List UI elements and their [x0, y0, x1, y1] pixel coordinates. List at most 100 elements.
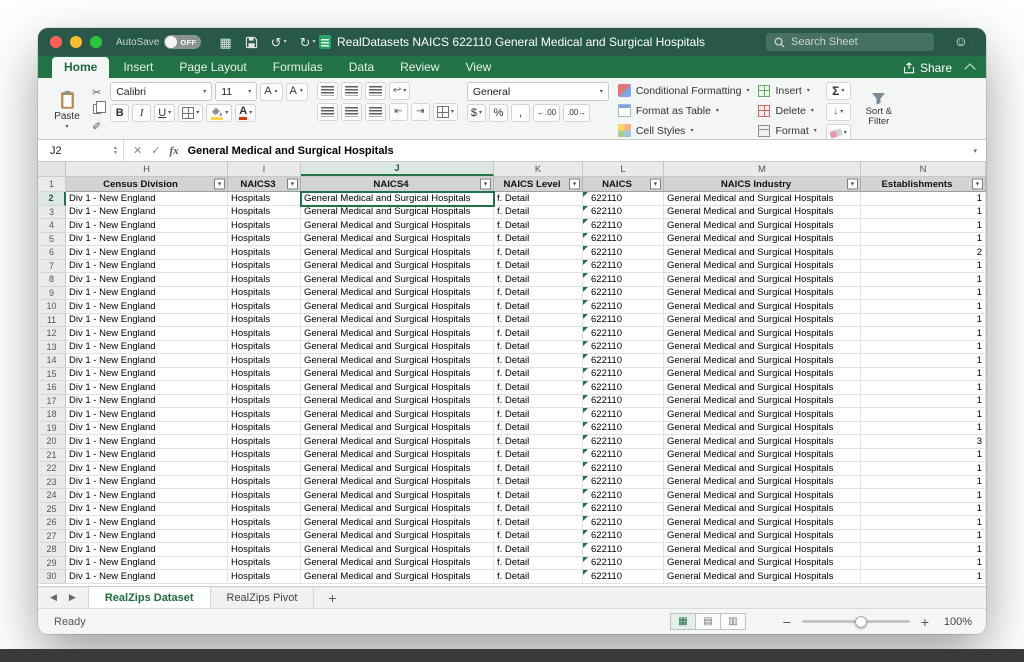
page-break-view-button[interactable]: ▥	[720, 613, 746, 630]
row-number-18[interactable]: 18	[38, 408, 66, 422]
cell-J10[interactable]: General Medical and Surgical Hospitals	[301, 300, 494, 314]
row-number-8[interactable]: 8	[38, 273, 66, 287]
row-number-29[interactable]: 29	[38, 557, 66, 571]
paste-button[interactable]: Paste ▾	[46, 82, 88, 137]
cell-K3[interactable]: f. Detail	[494, 206, 583, 220]
cell-K27[interactable]: f. Detail	[494, 530, 583, 544]
cell-L22[interactable]: 622110	[583, 462, 664, 476]
sheet-tab-realzips-pivot[interactable]: RealZips Pivot	[211, 587, 315, 608]
cell-K30[interactable]: f. Detail	[494, 570, 583, 584]
row-number-20[interactable]: 20	[38, 435, 66, 449]
cell-I3[interactable]: Hospitals	[228, 206, 301, 220]
cell-N4[interactable]: 1	[861, 219, 986, 233]
cell-I5[interactable]: Hospitals	[228, 233, 301, 247]
cell-L25[interactable]: 622110	[583, 503, 664, 517]
cell-N26[interactable]: 1	[861, 516, 986, 530]
cell-I17[interactable]: Hospitals	[228, 395, 301, 409]
cell-H29[interactable]: Div 1 - New England	[66, 557, 228, 571]
cell-L16[interactable]: 622110	[583, 381, 664, 395]
row-number-28[interactable]: 28	[38, 543, 66, 557]
cell-I21[interactable]: Hospitals	[228, 449, 301, 463]
filter-dropdown-icon[interactable]: ▾	[569, 179, 580, 190]
cell-N13[interactable]: 1	[861, 341, 986, 355]
filter-dropdown-icon[interactable]: ▾	[847, 179, 858, 190]
redo-icon[interactable]: ↻▾	[300, 36, 316, 49]
cell-L11[interactable]: 622110	[583, 314, 664, 328]
cell-H24[interactable]: Div 1 - New England	[66, 489, 228, 503]
sheet-scroll-right-icon[interactable]: ▶	[69, 592, 76, 603]
cell-J7[interactable]: General Medical and Surgical Hospitals	[301, 260, 494, 274]
cell-I19[interactable]: Hospitals	[228, 422, 301, 436]
cell-H10[interactable]: Div 1 - New England	[66, 300, 228, 314]
currency-format-button[interactable]: $▾	[467, 104, 486, 122]
cell-J30[interactable]: General Medical and Surgical Hospitals	[301, 570, 494, 584]
row-number-14[interactable]: 14	[38, 354, 66, 368]
cell-N21[interactable]: 1	[861, 449, 986, 463]
page-layout-view-button[interactable]: ▤	[695, 613, 721, 630]
format-as-table-button[interactable]: Format as Table ▾	[618, 102, 750, 119]
cell-N12[interactable]: 1	[861, 327, 986, 341]
minimize-button[interactable]	[70, 36, 82, 48]
filter-dropdown-icon[interactable]: ▾	[972, 179, 983, 190]
cell-M18[interactable]: General Medical and Surgical Hospitals	[664, 408, 861, 422]
row-number-10[interactable]: 10	[38, 300, 66, 314]
underline-button[interactable]: U▾	[154, 104, 175, 122]
cell-H16[interactable]: Div 1 - New England	[66, 381, 228, 395]
cell-L5[interactable]: 622110	[583, 233, 664, 247]
cell-L13[interactable]: 622110	[583, 341, 664, 355]
cell-I22[interactable]: Hospitals	[228, 462, 301, 476]
row-number-23[interactable]: 23	[38, 476, 66, 490]
row-number-15[interactable]: 15	[38, 368, 66, 382]
cell-K18[interactable]: f. Detail	[494, 408, 583, 422]
cell-J20[interactable]: General Medical and Surgical Hospitals	[301, 435, 494, 449]
cell-M15[interactable]: General Medical and Surgical Hospitals	[664, 368, 861, 382]
merge-center-button[interactable]: ▾	[433, 103, 458, 121]
cell-I25[interactable]: Hospitals	[228, 503, 301, 517]
filter-dropdown-icon[interactable]: ▾	[650, 179, 661, 190]
cell-M25[interactable]: General Medical and Surgical Hospitals	[664, 503, 861, 517]
wrap-text-button[interactable]: ↩▾	[389, 82, 410, 100]
cell-M28[interactable]: General Medical and Surgical Hospitals	[664, 543, 861, 557]
cell-M20[interactable]: General Medical and Surgical Hospitals	[664, 435, 861, 449]
cell-N17[interactable]: 1	[861, 395, 986, 409]
align-top-button[interactable]	[317, 82, 338, 100]
number-format-select[interactable]: General ▾	[467, 82, 609, 101]
cell-H2[interactable]: Div 1 - New England	[66, 192, 228, 206]
cell-styles-button[interactable]: Cell Styles ▾	[618, 122, 750, 139]
cell-K4[interactable]: f. Detail	[494, 219, 583, 233]
decrease-font-button[interactable]: A▼	[286, 83, 308, 101]
cell-I26[interactable]: Hospitals	[228, 516, 301, 530]
cell-J19[interactable]: General Medical and Surgical Hospitals	[301, 422, 494, 436]
row-number-24[interactable]: 24	[38, 489, 66, 503]
fullscreen-button[interactable]	[90, 36, 102, 48]
cell-L26[interactable]: 622110	[583, 516, 664, 530]
cell-H11[interactable]: Div 1 - New England	[66, 314, 228, 328]
cell-K19[interactable]: f. Detail	[494, 422, 583, 436]
column-header-H[interactable]: H	[66, 162, 228, 176]
italic-button[interactable]: I	[132, 104, 151, 122]
cell-J12[interactable]: General Medical and Surgical Hospitals	[301, 327, 494, 341]
add-sheet-button[interactable]: +	[314, 587, 350, 608]
tab-page-layout[interactable]: Page Layout	[167, 57, 258, 78]
undo-icon[interactable]: ↺▾	[271, 36, 287, 49]
row-number-6[interactable]: 6	[38, 246, 66, 260]
cell-H8[interactable]: Div 1 - New England	[66, 273, 228, 287]
tab-home[interactable]: Home	[52, 57, 109, 78]
cell-I10[interactable]: Hospitals	[228, 300, 301, 314]
cell-K22[interactable]: f. Detail	[494, 462, 583, 476]
row-number-26[interactable]: 26	[38, 516, 66, 530]
cell-H9[interactable]: Div 1 - New England	[66, 287, 228, 301]
comma-format-button[interactable]: ,	[511, 104, 530, 122]
cell-M12[interactable]: General Medical and Surgical Hospitals	[664, 327, 861, 341]
cell-J29[interactable]: General Medical and Surgical Hospitals	[301, 557, 494, 571]
cell-J17[interactable]: General Medical and Surgical Hospitals	[301, 395, 494, 409]
cell-H13[interactable]: Div 1 - New England	[66, 341, 228, 355]
select-all-button[interactable]	[38, 162, 66, 176]
row-number-17[interactable]: 17	[38, 395, 66, 409]
cell-J16[interactable]: General Medical and Surgical Hospitals	[301, 381, 494, 395]
cell-K14[interactable]: f. Detail	[494, 354, 583, 368]
header-cell-M1[interactable]: NAICS Industry▾	[664, 177, 861, 192]
cell-M27[interactable]: General Medical and Surgical Hospitals	[664, 530, 861, 544]
cell-J26[interactable]: General Medical and Surgical Hospitals	[301, 516, 494, 530]
row-number-12[interactable]: 12	[38, 327, 66, 341]
